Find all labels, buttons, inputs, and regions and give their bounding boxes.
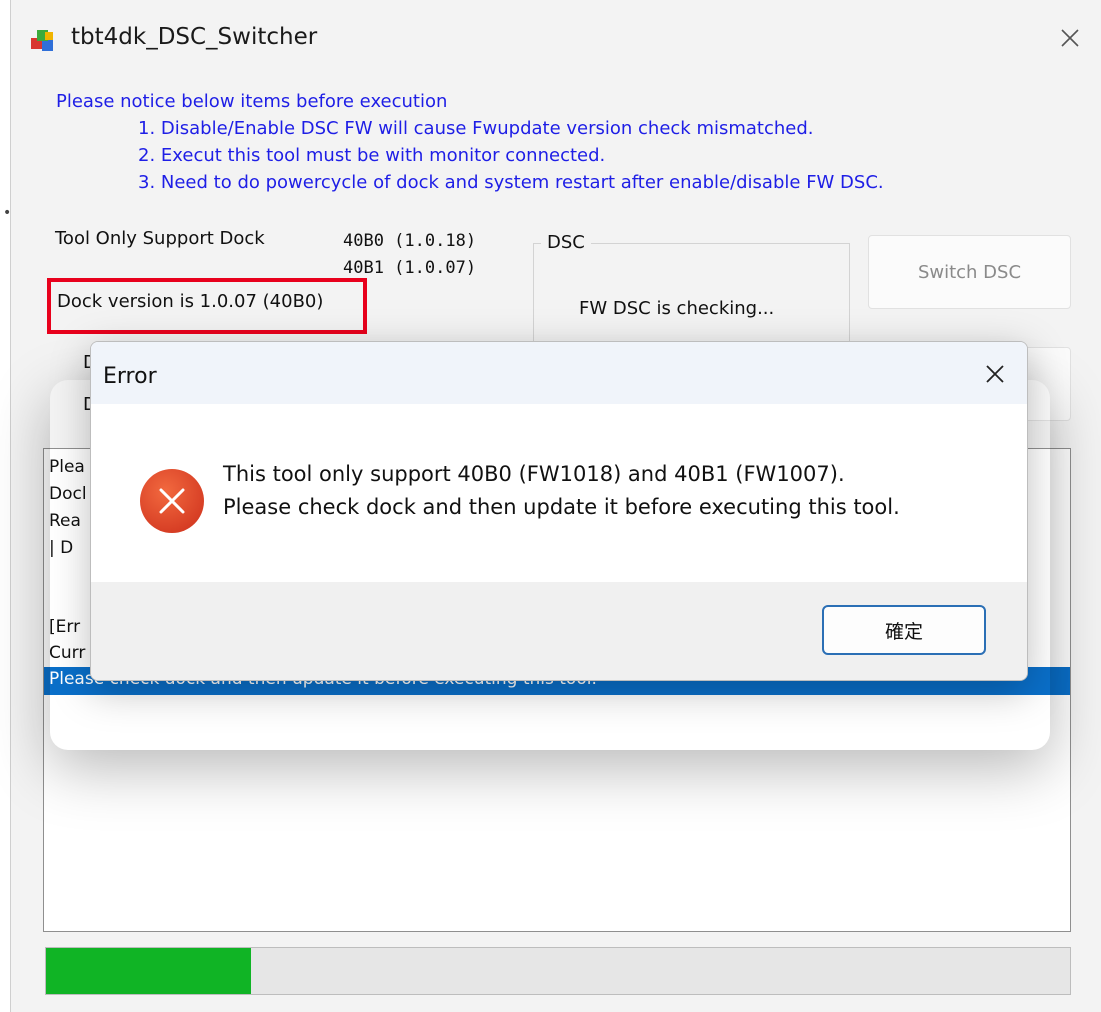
progress-bar — [45, 947, 1071, 995]
notice-heading: Please notice below items before executi… — [56, 91, 448, 112]
notice-item: 2. Execut this tool must be with monitor… — [138, 145, 606, 166]
dialog-body — [91, 404, 1027, 582]
dsc-status: FW DSC is checking... — [579, 298, 775, 319]
support-label: Tool Only Support Dock — [55, 228, 265, 249]
support-version: 40B0 (1.0.18) — [343, 231, 477, 251]
close-button[interactable] — [1050, 18, 1090, 58]
support-versions: 40B0 (1.0.18) 40B1 (1.0.07) — [343, 228, 476, 282]
error-dialog: Error This tool only support 40B0 (FW101… — [90, 341, 1028, 681]
desktop-mark: • — [3, 205, 12, 221]
notice-text: Please notice below items before executi… — [56, 88, 884, 196]
dialog-message-line1: This tool only support 40B0 (FW1018) and… — [223, 462, 845, 486]
switch-dsc-button[interactable]: Switch DSC — [868, 235, 1071, 309]
highlight-box — [47, 278, 367, 334]
ok-button[interactable]: 確定 — [822, 605, 986, 655]
title-bar: tbt4dk_DSC_Switcher — [11, 0, 1101, 80]
notice-item: 1. Disable/Enable DSC FW will cause Fwup… — [138, 118, 814, 139]
app-icon — [31, 30, 53, 51]
dsc-legend: DSC — [541, 232, 591, 253]
progress-fill — [46, 948, 251, 994]
dialog-title: Error — [103, 364, 157, 389]
close-icon — [1061, 29, 1079, 47]
dialog-close-button[interactable] — [977, 356, 1013, 392]
close-icon — [986, 365, 1004, 383]
error-icon — [140, 469, 204, 533]
window-title: tbt4dk_DSC_Switcher — [71, 24, 318, 50]
dialog-message-line2: Please check dock and then update it bef… — [223, 495, 900, 519]
desktop-edge: • — [0, 0, 12, 1012]
dialog-title-bar: Error — [91, 342, 1027, 404]
notice-item: 3. Need to do powercycle of dock and sys… — [138, 172, 884, 193]
